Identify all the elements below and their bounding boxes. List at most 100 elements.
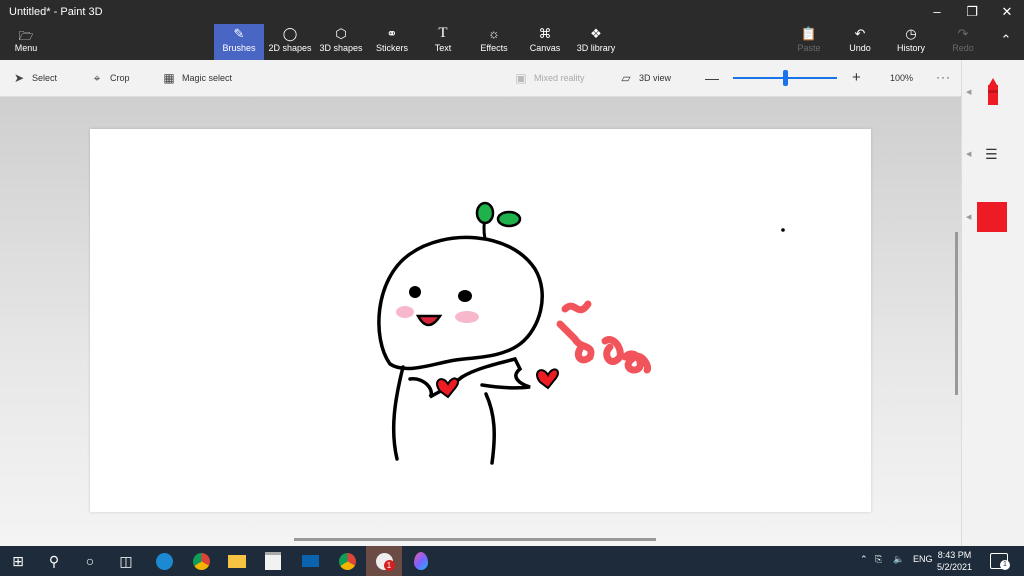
tab-effects[interactable]: ☼ Effects bbox=[474, 24, 514, 60]
mixed-reality-label: Mixed reality bbox=[534, 73, 585, 83]
brush-settings-icon[interactable]: ☰ bbox=[985, 146, 998, 163]
time: 8:43 PM bbox=[937, 550, 972, 560]
notification-count: 1 bbox=[1000, 560, 1010, 570]
3d-view-label: 3D view bbox=[639, 73, 672, 83]
side-panel bbox=[961, 60, 1024, 546]
text-icon: T bbox=[438, 25, 448, 41]
tab-label: 3D shapes bbox=[319, 43, 363, 53]
3d-view-icon: ▱ bbox=[621, 71, 631, 85]
task-view-icon[interactable]: ◫ bbox=[108, 546, 144, 576]
body-drawing bbox=[391, 356, 531, 465]
notification-icon[interactable]: 1 bbox=[990, 553, 1010, 570]
tab-brushes[interactable]: ✎ Brushes bbox=[214, 24, 264, 60]
tab-3d-library[interactable]: ❖ 3D library bbox=[574, 24, 618, 60]
red-scribble-drawing bbox=[556, 300, 652, 374]
panel-arrow-icon: ◀ bbox=[966, 89, 972, 96]
magic-select-label: Magic select bbox=[182, 73, 233, 83]
history-icon: ◷ bbox=[905, 26, 917, 41]
magic-select-button[interactable]: ▦ Magic select bbox=[162, 69, 232, 87]
close-button[interactable]: ✕ bbox=[990, 3, 1024, 21]
title-bar: Untitled* - Paint 3D – ❐ ✕ 🗁 Menu ✎ Brus… bbox=[0, 0, 1024, 60]
crayon-brush-icon[interactable] bbox=[985, 78, 1001, 111]
head-drawing bbox=[377, 235, 544, 371]
file-explorer-icon[interactable] bbox=[219, 546, 255, 576]
magic-select-icon: ▦ bbox=[163, 71, 175, 85]
panel-arrow-icon: ◀ bbox=[966, 151, 972, 158]
folder-icon: 🗁 bbox=[18, 29, 34, 43]
mail-icon[interactable] bbox=[292, 546, 328, 576]
menu-label: Menu bbox=[14, 43, 38, 53]
paste-label: Paste bbox=[797, 43, 821, 53]
effects-icon: ☼ bbox=[488, 26, 500, 41]
crop-label: Crop bbox=[110, 73, 130, 83]
tab-2d-shapes[interactable]: ◯ 2D shapes bbox=[266, 24, 314, 60]
search-icon[interactable]: ⚲ bbox=[36, 546, 72, 576]
tab-label: Brushes bbox=[222, 43, 256, 53]
drawing-canvas[interactable] bbox=[90, 129, 871, 512]
app-badge-icon[interactable]: 1 bbox=[366, 546, 402, 576]
select-button[interactable]: ➤ Select bbox=[12, 69, 57, 87]
tab-label: 3D library bbox=[576, 43, 616, 53]
3d-view-button[interactable]: ▱ 3D view bbox=[619, 69, 671, 87]
maximize-button[interactable]: ❐ bbox=[955, 3, 989, 21]
paste-icon: 📋 bbox=[800, 26, 818, 41]
canvas-icon: ⌘ bbox=[538, 26, 552, 41]
collapse-ribbon-icon[interactable]: ⌃ bbox=[996, 32, 1016, 52]
tray-chevron-icon[interactable]: ⌃ bbox=[860, 554, 868, 565]
crop-button[interactable]: ⌖ Crop bbox=[90, 69, 130, 87]
mixed-reality-button[interactable]: ▣ Mixed reality bbox=[514, 69, 585, 87]
zoom-out-button[interactable]: — bbox=[705, 70, 719, 86]
paste-button[interactable]: 📋 Paste bbox=[792, 24, 826, 60]
redo-button[interactable]: ↷ Redo bbox=[948, 24, 978, 60]
minimize-button[interactable]: – bbox=[920, 3, 954, 21]
taskbar: ⊞ ⚲ ○ ◫ 1 ⌃ ⎘ 🔈 ENG 8:43 PM 5/2/2021 1 bbox=[0, 546, 1024, 576]
zoom-in-button[interactable]: + bbox=[852, 69, 861, 86]
active-color-swatch[interactable] bbox=[977, 202, 1007, 232]
menu-button[interactable]: 🗁 Menu bbox=[10, 27, 42, 57]
tab-label: Effects bbox=[480, 43, 508, 53]
undo-label: Undo bbox=[849, 43, 871, 53]
date: 5/2/2021 bbox=[937, 562, 973, 572]
panel-arrow-icon: ◀ bbox=[966, 214, 972, 221]
tab-3d-shapes[interactable]: ⬡ 3D shapes bbox=[317, 24, 365, 60]
undo-icon: ↶ bbox=[854, 26, 866, 41]
3d-library-icon: ❖ bbox=[590, 26, 602, 41]
crop-icon: ⌖ bbox=[93, 70, 101, 85]
tab-label: 2D shapes bbox=[268, 43, 312, 53]
sprout-drawing bbox=[475, 201, 522, 241]
2d-shapes-icon: ◯ bbox=[282, 26, 298, 41]
canvas-drawing bbox=[377, 201, 785, 465]
tab-label: Stickers bbox=[375, 43, 408, 53]
tab-label: Canvas bbox=[529, 43, 561, 53]
language-indicator[interactable]: ENG bbox=[913, 554, 933, 564]
vertical-scrollbar[interactable] bbox=[955, 232, 958, 395]
clock[interactable]: 8:43 PM 5/2/2021 bbox=[937, 549, 972, 573]
select-label: Select bbox=[32, 73, 58, 83]
more-options-icon[interactable]: ··· bbox=[936, 70, 951, 84]
app-badge-count: 1 bbox=[383, 559, 395, 571]
zoom-value: 100% bbox=[890, 73, 914, 83]
brush-icon: ✎ bbox=[233, 26, 245, 41]
cortana-icon[interactable]: ○ bbox=[72, 546, 108, 576]
history-button[interactable]: ◷ History bbox=[893, 24, 929, 60]
tab-text[interactable]: T Text bbox=[425, 24, 461, 60]
store-icon[interactable] bbox=[255, 546, 291, 576]
windows-start-icon[interactable]: ⊞ bbox=[0, 546, 36, 576]
paint-3d-icon[interactable] bbox=[403, 546, 439, 576]
stickers-icon: ⚭ bbox=[386, 26, 398, 41]
chrome-icon[interactable] bbox=[329, 546, 365, 576]
tab-label: Text bbox=[434, 43, 452, 53]
network-icon[interactable]: ⎘ bbox=[875, 554, 882, 565]
zoom-slider-thumb[interactable] bbox=[782, 70, 788, 86]
edge-icon[interactable] bbox=[146, 546, 182, 576]
volume-icon[interactable]: 🔈 bbox=[893, 554, 904, 565]
3d-shapes-icon: ⬡ bbox=[335, 26, 347, 41]
heart-drawing bbox=[536, 368, 559, 390]
tab-stickers[interactable]: ⚭ Stickers bbox=[370, 24, 414, 60]
horizontal-scrollbar[interactable] bbox=[294, 538, 656, 541]
undo-button[interactable]: ↶ Undo bbox=[844, 24, 876, 60]
window-title: Untitled* - Paint 3D bbox=[9, 6, 103, 18]
redo-icon: ↷ bbox=[957, 26, 969, 41]
tab-canvas[interactable]: ⌘ Canvas bbox=[526, 24, 564, 60]
chrome-profile-icon[interactable] bbox=[183, 546, 219, 576]
